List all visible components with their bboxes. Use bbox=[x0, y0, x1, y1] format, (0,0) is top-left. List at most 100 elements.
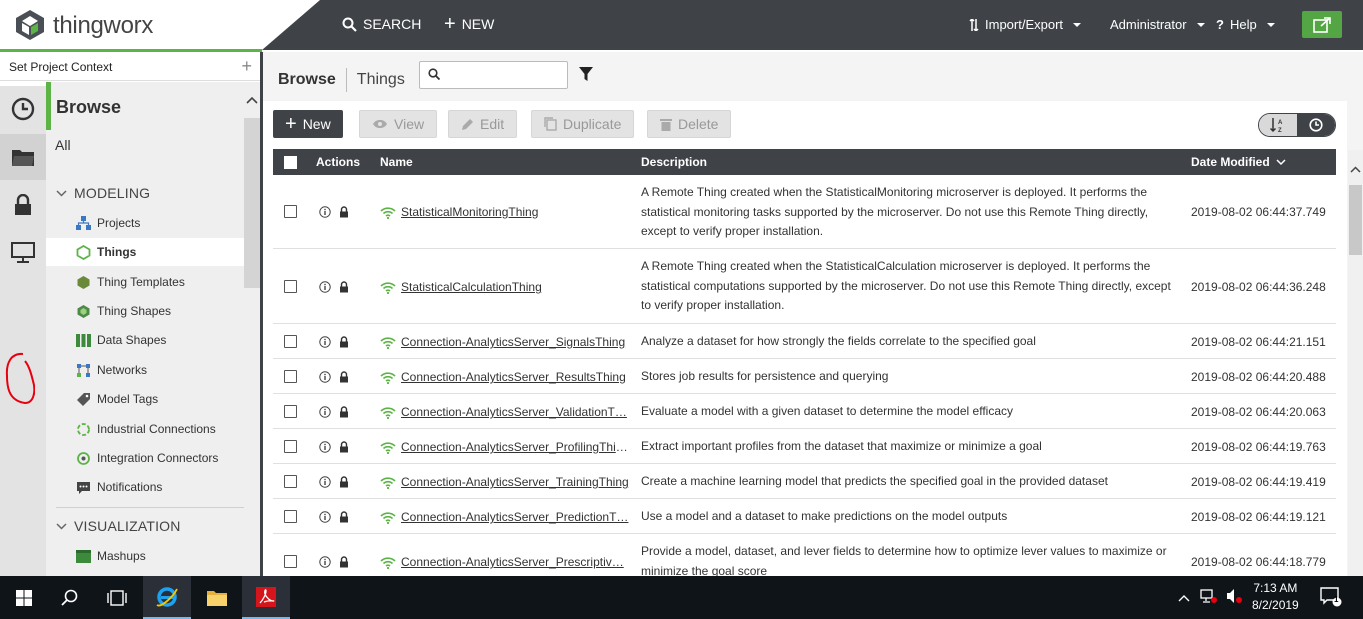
search-button[interactable]: SEARCH bbox=[342, 16, 421, 32]
show-hidden-icons-button[interactable] bbox=[1178, 591, 1190, 605]
search-input[interactable] bbox=[419, 61, 568, 89]
thing-name-link[interactable]: Connection-AnalyticsServer_ValidationT… bbox=[401, 405, 629, 419]
thing-name-link[interactable]: StatisticalMonitoringThing bbox=[401, 205, 629, 219]
column-header-name[interactable]: Name bbox=[380, 155, 413, 169]
sort-recent-toggle[interactable] bbox=[1297, 114, 1335, 136]
sort-alpha-toggle[interactable]: AZ bbox=[1259, 114, 1297, 136]
sort-view-toggle[interactable]: AZ bbox=[1258, 113, 1336, 137]
thing-name-link[interactable]: Connection-AnalyticsServer_ProfilingThin… bbox=[401, 440, 629, 454]
view-button[interactable]: View bbox=[359, 110, 438, 138]
sidebar-item-networks[interactable]: Networks bbox=[46, 356, 244, 384]
network-status-button[interactable] bbox=[1200, 588, 1218, 607]
taskbar-explorer-button[interactable] bbox=[193, 576, 241, 619]
sidebar-item-model-tags[interactable]: Model Tags bbox=[46, 385, 244, 413]
table-row[interactable]: StatisticalMonitoringThing A Remote Thing… bbox=[273, 175, 1336, 249]
select-all-checkbox[interactable] bbox=[284, 156, 297, 169]
import-export-menu[interactable]: Import/Export bbox=[969, 17, 1082, 32]
table-row[interactable]: Connection-AnalyticsServer_TrainingThing… bbox=[273, 464, 1336, 499]
thing-name-link[interactable]: StatisticalCalculationThing bbox=[401, 280, 629, 294]
add-icon[interactable]: + bbox=[241, 56, 252, 77]
launch-button[interactable] bbox=[1302, 11, 1342, 38]
volume-button[interactable] bbox=[1226, 588, 1244, 607]
lock-icon[interactable] bbox=[339, 406, 349, 418]
info-icon[interactable] bbox=[319, 476, 331, 488]
thing-name-link[interactable]: Connection-AnalyticsServer_SignalsThing bbox=[401, 335, 629, 349]
sidebar-item-data-shapes[interactable]: Data Shapes bbox=[46, 326, 244, 354]
row-checkbox[interactable] bbox=[284, 370, 297, 383]
lock-icon[interactable] bbox=[339, 281, 349, 293]
table-row[interactable]: StatisticalCalculationThing A Remote Thin… bbox=[273, 249, 1336, 324]
lock-icon[interactable] bbox=[339, 441, 349, 453]
sidebar-item-thing-templates[interactable]: Thing Templates bbox=[46, 268, 244, 296]
row-checkbox[interactable] bbox=[284, 510, 297, 523]
user-menu[interactable]: Administrator bbox=[1110, 17, 1205, 32]
info-icon[interactable] bbox=[319, 441, 331, 453]
delete-button[interactable]: Delete bbox=[647, 110, 732, 138]
new-button[interactable]: + NEW bbox=[444, 14, 494, 34]
sidebar-item-integration-connectors[interactable]: Integration Connectors bbox=[46, 444, 244, 472]
thing-name-link[interactable]: Connection-AnalyticsServer_Prescriptiv… bbox=[401, 555, 629, 569]
table-row[interactable]: Connection-AnalyticsServer_ProfilingThin… bbox=[273, 429, 1336, 464]
security-button[interactable] bbox=[0, 182, 46, 228]
new-thing-button[interactable]: + New bbox=[273, 110, 343, 138]
browse-all-item[interactable]: All bbox=[55, 137, 71, 153]
info-icon[interactable] bbox=[319, 371, 331, 383]
lock-icon[interactable] bbox=[339, 511, 349, 523]
info-icon[interactable] bbox=[319, 511, 331, 523]
row-checkbox[interactable] bbox=[284, 335, 297, 348]
section-visualization[interactable]: VISUALIZATION bbox=[56, 518, 181, 534]
sidebar-item-industrial-connections[interactable]: Industrial Connections bbox=[46, 415, 244, 443]
breadcrumb-root[interactable]: Browse bbox=[278, 71, 336, 89]
lock-icon[interactable] bbox=[339, 371, 349, 383]
lock-icon[interactable] bbox=[339, 476, 349, 488]
duplicate-button[interactable]: Duplicate bbox=[531, 110, 635, 138]
action-center-button[interactable]: 1 bbox=[1320, 587, 1342, 610]
thing-name-link[interactable]: Connection-AnalyticsServer_PredictionT… bbox=[401, 510, 629, 524]
info-icon[interactable] bbox=[319, 281, 331, 293]
info-icon[interactable] bbox=[319, 556, 331, 568]
project-context-bar[interactable]: Set Project Context + bbox=[0, 54, 260, 81]
sidebar-item-notifications[interactable]: Notifications bbox=[46, 473, 244, 501]
row-checkbox[interactable] bbox=[284, 280, 297, 293]
sidebar-item-projects[interactable]: Projects bbox=[46, 209, 244, 237]
browse-panel-scrollbar[interactable] bbox=[244, 82, 260, 576]
recent-button[interactable] bbox=[0, 86, 46, 132]
scrollbar-thumb[interactable] bbox=[1349, 185, 1362, 255]
monitoring-button[interactable] bbox=[0, 230, 46, 276]
info-icon[interactable] bbox=[319, 206, 331, 218]
browse-button[interactable] bbox=[0, 134, 46, 180]
row-checkbox[interactable] bbox=[284, 555, 297, 568]
sidebar-item-things[interactable]: Things bbox=[46, 238, 244, 266]
system-clock[interactable]: 7:13 AM 8/2/2019 bbox=[1252, 580, 1299, 614]
scrollbar-thumb[interactable] bbox=[244, 118, 260, 288]
thing-name-link[interactable]: Connection-AnalyticsServer_ResultsThing bbox=[401, 370, 629, 384]
sidebar-item-thing-shapes[interactable]: Thing Shapes bbox=[46, 297, 244, 325]
thing-name-link[interactable]: Connection-AnalyticsServer_TrainingThing bbox=[401, 475, 629, 489]
row-checkbox[interactable] bbox=[284, 440, 297, 453]
content-scrollbar[interactable] bbox=[1348, 150, 1363, 619]
filter-icon[interactable] bbox=[579, 67, 593, 81]
row-checkbox[interactable] bbox=[284, 405, 297, 418]
table-row[interactable]: Connection-AnalyticsServer_ResultsThing S… bbox=[273, 359, 1336, 394]
lock-icon[interactable] bbox=[339, 336, 349, 348]
task-view-button[interactable] bbox=[93, 576, 141, 619]
table-row[interactable]: Connection-AnalyticsServer_PredictionT… U… bbox=[273, 499, 1336, 534]
start-button[interactable] bbox=[0, 576, 48, 619]
table-row[interactable]: Connection-AnalyticsServer_SignalsThing A… bbox=[273, 324, 1336, 359]
help-menu[interactable]: ? Help bbox=[1216, 17, 1275, 32]
table-row[interactable]: Connection-AnalyticsServer_ValidationT… E… bbox=[273, 394, 1336, 429]
lock-icon[interactable] bbox=[339, 556, 349, 568]
row-checkbox[interactable] bbox=[284, 475, 297, 488]
taskbar-pdf-button[interactable] bbox=[242, 576, 290, 619]
edit-button[interactable]: Edit bbox=[448, 110, 518, 138]
info-icon[interactable] bbox=[319, 336, 331, 348]
column-header-description[interactable]: Description bbox=[641, 155, 707, 169]
lock-icon[interactable] bbox=[339, 206, 349, 218]
taskbar-ie-button[interactable] bbox=[143, 576, 191, 619]
section-modeling[interactable]: MODELING bbox=[56, 185, 150, 201]
info-icon[interactable] bbox=[319, 406, 331, 418]
sidebar-item-mashups[interactable]: Mashups bbox=[46, 542, 244, 570]
taskbar-search-button[interactable] bbox=[45, 576, 93, 619]
column-header-date-modified[interactable]: Date Modified bbox=[1191, 155, 1286, 169]
row-checkbox[interactable] bbox=[284, 205, 297, 218]
